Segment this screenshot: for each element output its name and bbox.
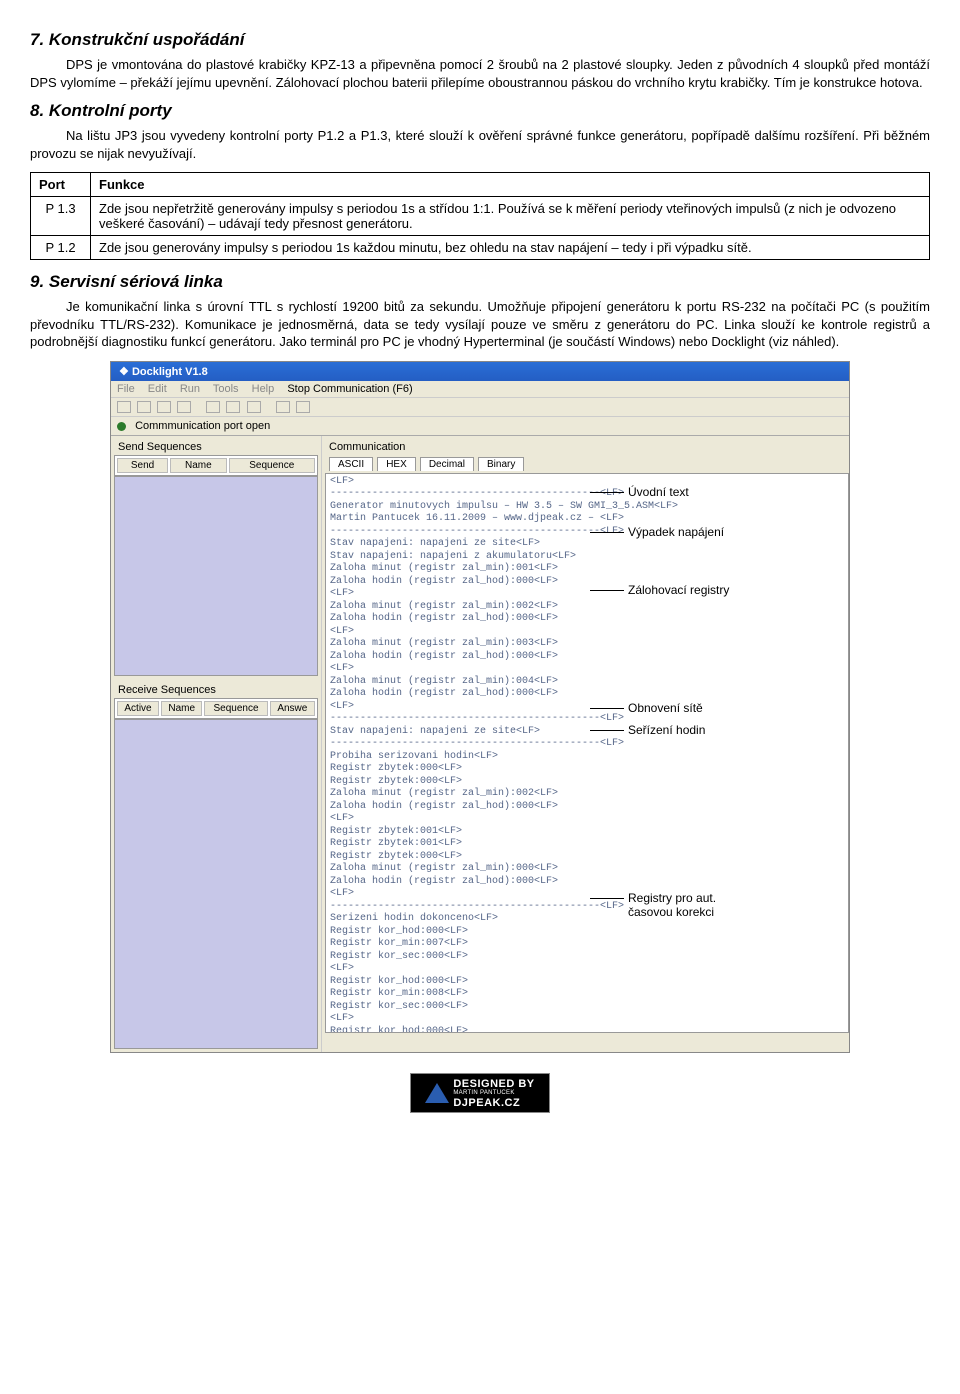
- annotation-registry-korekci: Registry pro aut.časovou korekci: [590, 891, 716, 919]
- para-7: DPS je vmontována do plastové krabičky K…: [30, 56, 930, 91]
- encoding-tabs: ASCII HEX Decimal Binary: [325, 455, 849, 473]
- toolbar-button[interactable]: [177, 401, 191, 413]
- annotation-zalohovaci-registry: Zálohovací registry: [590, 583, 729, 597]
- cell-port: P 1.3: [31, 197, 91, 236]
- communication-label: Communication: [325, 439, 849, 455]
- send-sequences-header: Send Name Sequence: [114, 455, 318, 476]
- tab-decimal[interactable]: Decimal: [420, 457, 474, 471]
- toolbar-button[interactable]: [276, 401, 290, 413]
- annotation-serizeni-hodin: Seřízení hodin: [590, 723, 705, 737]
- receive-sequences-list[interactable]: [114, 719, 318, 1049]
- toolbar-button[interactable]: [296, 401, 310, 413]
- tab-hex[interactable]: HEX: [377, 457, 416, 471]
- table-row: P 1.3 Zde jsou nepřetržitě generovány im…: [31, 197, 930, 236]
- col-answer[interactable]: Answe: [270, 701, 315, 716]
- col-sequence[interactable]: Sequence: [229, 458, 315, 473]
- menu-run[interactable]: Run: [180, 383, 200, 395]
- cell-funkce: Zde jsou nepřetržitě generovány impulsy …: [91, 197, 930, 236]
- col-active[interactable]: Active: [117, 701, 159, 716]
- annotation-vypadek-napajeni: Výpadek napájení: [590, 525, 724, 539]
- tab-binary[interactable]: Binary: [478, 457, 524, 471]
- menu-stop-communication[interactable]: Stop Communication (F6): [287, 383, 412, 395]
- receive-sequences-header: Active Name Sequence Answe: [114, 698, 318, 719]
- kontrol-ports-table: Port Funkce P 1.3 Zde jsou nepřetržitě g…: [30, 172, 930, 260]
- window-title: Docklight V1.8: [132, 366, 208, 378]
- status-bar: Commmunication port open: [111, 417, 849, 436]
- table-row: P 1.2 Zde jsou generovány impulsy s peri…: [31, 236, 930, 260]
- col-send[interactable]: Send: [117, 458, 168, 473]
- footer-logo: DESIGNED BY MARTIN PANTUCEK DJPEAK.CZ: [410, 1073, 550, 1113]
- table-header-port: Port: [31, 173, 91, 197]
- menu-help[interactable]: Help: [252, 383, 275, 395]
- send-sequences-label: Send Sequences: [114, 439, 318, 455]
- receive-sequences-label: Receive Sequences: [114, 682, 318, 698]
- col-sequence[interactable]: Sequence: [204, 701, 267, 716]
- para-9: Je komunikační linka s úrovní TTL s rych…: [30, 298, 930, 351]
- menu-bar: File Edit Run Tools Help Stop Communicat…: [111, 381, 849, 398]
- table-header-funkce: Funkce: [91, 173, 930, 197]
- menu-file[interactable]: File: [117, 383, 135, 395]
- heading-9: 9. Servisní sériová linka: [30, 272, 930, 292]
- tab-ascii[interactable]: ASCII: [329, 457, 373, 471]
- toolbar-button[interactable]: [206, 401, 220, 413]
- logo-line-2: MARTIN PANTUCEK: [453, 1090, 534, 1097]
- logo-triangle-icon: [425, 1083, 449, 1103]
- menu-tools[interactable]: Tools: [213, 383, 239, 395]
- status-text: Commmunication port open: [135, 420, 270, 432]
- heading-8: 8. Kontrolní porty: [30, 101, 930, 121]
- logo-line-1: DESIGNED BY: [453, 1078, 534, 1090]
- toolbar-button[interactable]: [157, 401, 171, 413]
- annotation-obnoveni-site: Obnovení sítě: [590, 701, 703, 715]
- window-titlebar: ❖ Docklight V1.8: [111, 362, 849, 381]
- docklight-window: ❖ Docklight V1.8 File Edit Run Tools Hel…: [110, 361, 850, 1053]
- toolbar-button[interactable]: [247, 401, 261, 413]
- send-sequences-list[interactable]: [114, 476, 318, 676]
- toolbar-button[interactable]: [137, 401, 151, 413]
- cell-port: P 1.2: [31, 236, 91, 260]
- col-name[interactable]: Name: [161, 701, 202, 716]
- col-name[interactable]: Name: [170, 458, 227, 473]
- heading-7: 7. Konstrukční uspořádání: [30, 30, 930, 50]
- logo-line-3: DJPEAK.CZ: [453, 1097, 534, 1109]
- toolbar: [111, 398, 849, 417]
- app-icon: ❖: [119, 366, 129, 378]
- toolbar-button[interactable]: [117, 401, 131, 413]
- annotation-uvodni-text: Úvodní text: [590, 485, 689, 499]
- para-8: Na lištu JP3 jsou vyvedeny kontrolní por…: [30, 127, 930, 162]
- terminal-output[interactable]: <LF> -----------------------------------…: [325, 473, 849, 1033]
- toolbar-button[interactable]: [226, 401, 240, 413]
- menu-edit[interactable]: Edit: [148, 383, 167, 395]
- cell-funkce: Zde jsou generovány impulsy s periodou 1…: [91, 236, 930, 260]
- status-indicator-icon: [117, 422, 126, 431]
